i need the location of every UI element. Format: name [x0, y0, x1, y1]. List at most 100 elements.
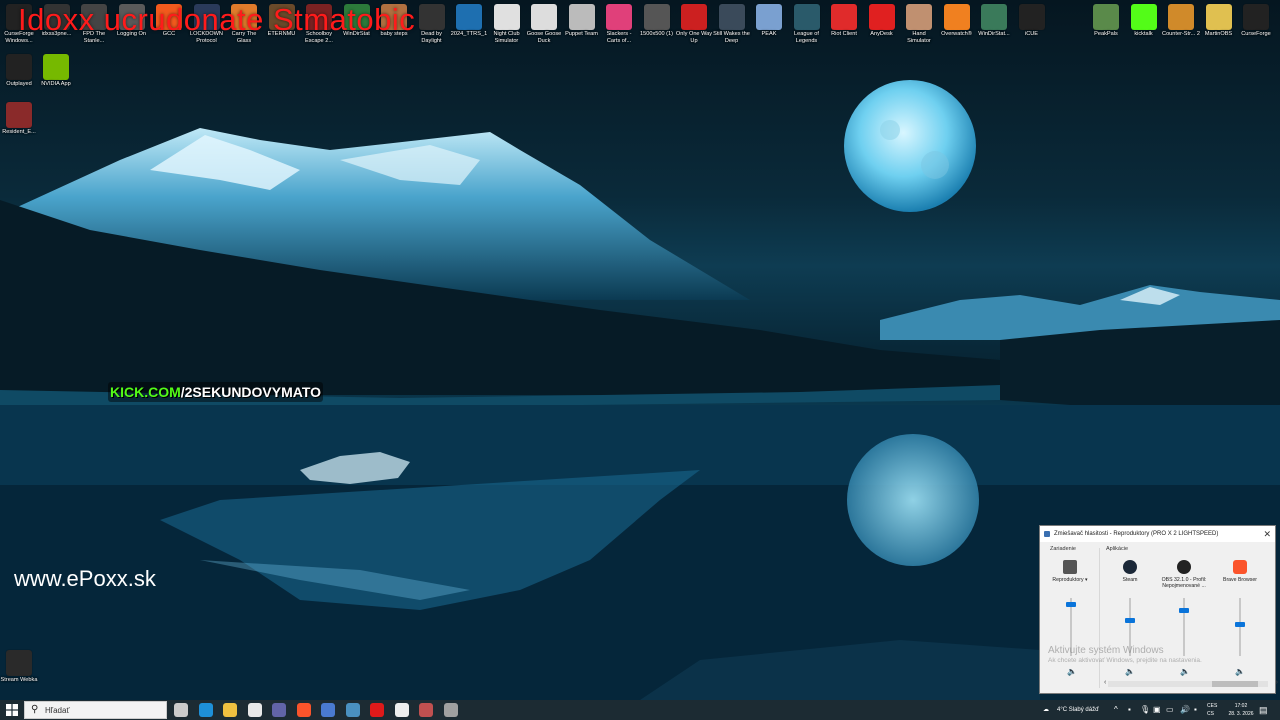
app-shortcut-icon: [456, 4, 482, 30]
app3-icon[interactable]: [443, 703, 458, 717]
desktop-shortcut[interactable]: League of Legends: [788, 2, 826, 45]
windows-start-icon[interactable]: [6, 704, 18, 716]
desktop-shortcut[interactable]: Stream Webka: [0, 648, 38, 684]
shortcut-label: Puppet Team: [565, 31, 598, 37]
mixer-horizontal-scrollbar[interactable]: ‹ ›: [1104, 679, 1278, 687]
desktop-shortcut[interactable]: PEAK: [750, 2, 788, 38]
desktop-shortcut[interactable]: Puppet Team: [563, 2, 601, 38]
clock-date: 28. 3. 2026: [1228, 711, 1254, 717]
desktop-shortcut[interactable]: CurseForge: [1237, 2, 1275, 38]
obs-icon[interactable]: [394, 703, 409, 717]
input-language[interactable]: CES CS: [1207, 702, 1221, 720]
taskbar-search-box[interactable]: ⚲ Hľadať: [24, 701, 167, 719]
windows-activation-watermark: Aktivujte systém Windows Ak chcete aktiv…: [1048, 645, 1202, 664]
scroll-right-icon[interactable]: ›: [1276, 679, 1278, 686]
opera-icon[interactable]: [370, 703, 384, 717]
task-view-icon[interactable]: [174, 703, 188, 717]
shortcut-label: Dead by Daylight: [421, 31, 442, 44]
scrollbar-thumb[interactable]: [1212, 681, 1258, 687]
slider-thumb[interactable]: [1235, 621, 1245, 627]
close-icon[interactable]: ✕: [1263, 526, 1271, 542]
activation-subtitle: Ak chcete aktivovať Windows, prejdite na…: [1048, 657, 1202, 664]
app-shortcut-icon: [981, 4, 1007, 30]
desktop-shortcut[interactable]: Outplayed: [0, 52, 38, 88]
volume-slider-brave[interactable]: [1235, 598, 1245, 656]
file-explorer-icon[interactable]: [223, 703, 237, 717]
desktop-shortcut[interactable]: iCUE: [1013, 2, 1051, 38]
notifications-icon[interactable]: ▤: [1259, 700, 1268, 720]
desktop-shortcut[interactable]: Goose Goose Duck: [525, 2, 563, 45]
speaker-device-icon: [1063, 560, 1077, 574]
desktop-shortcut[interactable]: Slackers - Carts of...: [600, 2, 638, 45]
desktop-shortcut[interactable]: Only One Way Up: [675, 2, 713, 45]
shortcut-label: Outplayed: [6, 81, 32, 87]
edge-icon[interactable]: [198, 703, 213, 717]
shortcut-label: League of Legends: [794, 31, 819, 44]
desktop-shortcut[interactable]: Counter-Str... 2: [1162, 2, 1200, 38]
desktop-shortcut[interactable]: Overwatch®: [938, 2, 976, 38]
shortcut-label: Riot Client: [831, 31, 857, 37]
mute-obs-icon[interactable]: 🔈: [1180, 667, 1190, 676]
steam-icon[interactable]: [345, 703, 360, 717]
devices-section-label: Zariadenie: [1050, 546, 1076, 552]
mute-speaker-icon[interactable]: 🔈: [1067, 667, 1077, 676]
app-shortcut-icon: [493, 4, 520, 30]
store-icon[interactable]: [247, 703, 262, 717]
app-shortcut-icon: [718, 4, 745, 30]
slider-thumb[interactable]: [1066, 602, 1076, 608]
slider-thumb[interactable]: [1125, 618, 1135, 624]
channel-brave-label: Brave Browser: [1222, 577, 1258, 583]
desktop-shortcut[interactable]: PeakPals: [1087, 2, 1125, 38]
app2-icon[interactable]: [419, 703, 433, 717]
mute-brave-icon[interactable]: 🔈: [1235, 667, 1245, 676]
shortcut-label: WinDirStat...: [978, 31, 1010, 37]
mixer-divider: [1099, 548, 1100, 688]
desktop-shortcut[interactable]: kicktalk: [1125, 2, 1163, 38]
desktop-shortcut[interactable]: MartinOBS: [1200, 2, 1238, 38]
desktop-shortcut[interactable]: WinDirStat...: [975, 2, 1013, 38]
weather-icon[interactable]: ☁: [1043, 700, 1049, 720]
speaker-app-icon: [1044, 531, 1050, 537]
app-shortcut-icon: [606, 4, 632, 30]
channel-steam-label: Steam: [1122, 577, 1138, 583]
tray-app-icon[interactable]: ▪: [1128, 700, 1131, 720]
channel-brave: Brave Browser: [1214, 560, 1266, 583]
channel-steam: Steam: [1104, 560, 1156, 583]
shortcut-label: CurseForge: [1241, 31, 1271, 37]
channel-speakers[interactable]: Reproduktory ▾: [1044, 560, 1096, 583]
app-shortcut-icon: [1093, 4, 1119, 30]
scroll-left-icon[interactable]: ‹: [1104, 679, 1106, 686]
tray-device-icon[interactable]: ▣: [1153, 700, 1161, 720]
shortcut-label: iCUE: [1024, 31, 1039, 37]
slider-thumb[interactable]: [1179, 607, 1189, 613]
desktop-shortcut[interactable]: Dead by Daylight: [413, 2, 451, 45]
channel-speakers-label[interactable]: Reproduktory ▾: [1044, 577, 1096, 583]
desktop-shortcut[interactable]: 1500x500 (1): [638, 2, 676, 38]
desktop-shortcut[interactable]: AnyDesk: [863, 2, 901, 38]
app-icon[interactable]: [321, 703, 335, 717]
shortcut-label: Overwatch®: [941, 31, 972, 37]
desktop-shortcut[interactable]: NVIDIA App: [37, 52, 75, 88]
brave-icon[interactable]: [296, 703, 311, 717]
desktop-shortcut[interactable]: Still Wakes the Deep: [713, 2, 751, 45]
mute-steam-icon[interactable]: 🔈: [1125, 667, 1135, 676]
app-shortcut-icon: [1018, 4, 1045, 30]
shortcut-label: Resident_E...: [2, 129, 36, 135]
desktop-shortcut[interactable]: Riot Client: [825, 2, 863, 38]
desktop-shortcut[interactable]: 2024_TTRS_1: [450, 2, 488, 38]
tray-overflow-icon[interactable]: ^: [1114, 700, 1118, 720]
weather-text[interactable]: 4°C Slabý dážď: [1057, 700, 1099, 720]
desktop-shortcut[interactable]: Hand Simulator: [900, 2, 938, 45]
microphone-icon[interactable]: 🎙: [1140, 700, 1150, 720]
tray-extra-icon[interactable]: ▪: [1194, 700, 1197, 720]
taskbar: ⚲ Hľadať ☁ 4°C Slabý dážď ^ ▪ 🎙 ▣ ▭ 🔊 ▪ …: [0, 700, 1280, 720]
taskbar-clock[interactable]: 17:02 28. 3. 2026: [1224, 702, 1258, 718]
activation-title: Aktivujte systém Windows: [1048, 645, 1164, 656]
volume-icon[interactable]: 🔊: [1180, 700, 1190, 720]
desktop-shortcut[interactable]: Resident_E...: [0, 100, 38, 136]
mixer-titlebar[interactable]: Zmiešavač hlasitosti - Reproduktory (PRO…: [1040, 526, 1275, 542]
app-shortcut-icon: [906, 4, 932, 30]
teams-icon[interactable]: [272, 703, 286, 717]
desktop-shortcut[interactable]: Night Club Simulator: [488, 2, 526, 45]
network-icon[interactable]: ▭: [1166, 700, 1174, 720]
